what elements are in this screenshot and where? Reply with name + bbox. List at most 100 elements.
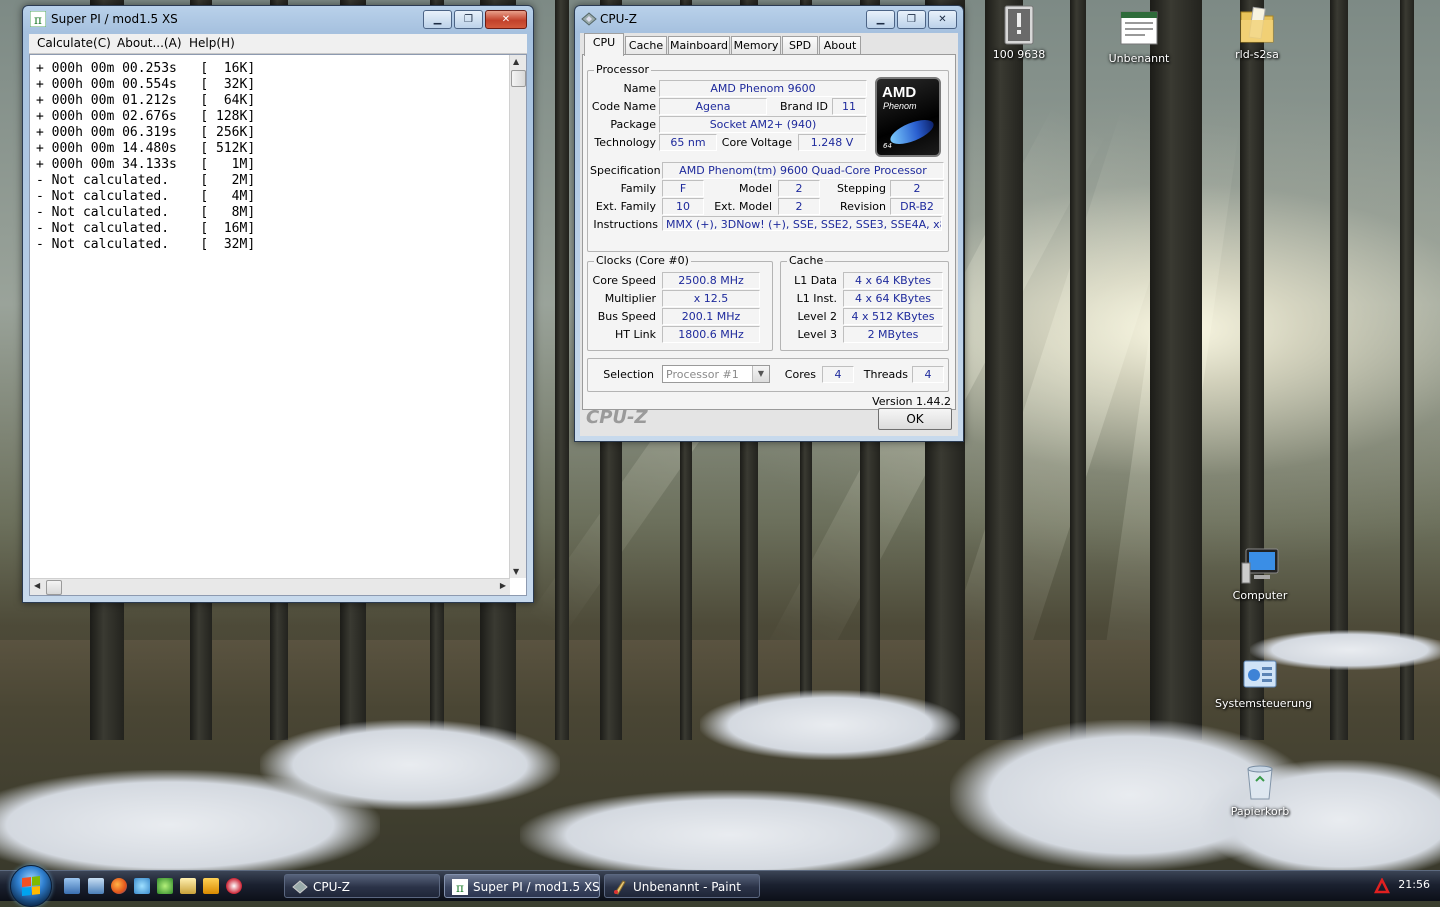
menu-about[interactable]: About...(A) [117, 36, 182, 50]
horizontal-scroll-thumb[interactable] [46, 580, 62, 595]
cpuz-minimize-button[interactable]: ▁ [866, 10, 895, 29]
clock[interactable]: 21:56 [1398, 878, 1430, 891]
scroll-right-arrow-icon[interactable]: ▶ [500, 581, 506, 590]
ok-button[interactable]: OK [878, 408, 952, 430]
network-tool-icon[interactable] [134, 878, 150, 894]
superpi-minimize-button[interactable]: ▁ [423, 10, 452, 29]
codename-label: Code Name [591, 100, 656, 113]
scroll-up-arrow-icon[interactable]: ▲ [513, 57, 519, 66]
task-superpi[interactable]: π Super PI / mod1.5 XS [444, 874, 600, 898]
level2-value: 4 x 512 KBytes [843, 308, 943, 325]
task-cpuz[interactable]: CPU-Z [284, 874, 440, 898]
vertical-scrollbar[interactable]: ▲ ▼ [509, 55, 526, 578]
multiplier-value: x 12.5 [662, 290, 760, 307]
cache-group-title: Cache [787, 254, 826, 267]
maximize-icon: ❐ [907, 14, 916, 25]
cpuz-brand-logo: CPU-Z [586, 407, 648, 428]
processor-group-title: Processor [594, 63, 651, 76]
clocks-group: Clocks (Core #0) Core Speed 2500.8 MHz M… [587, 254, 773, 351]
codename-value: Agena [659, 98, 767, 115]
tray-app-icon[interactable] [1373, 877, 1391, 894]
media-player-icon[interactable] [203, 878, 219, 894]
result-line: - Not calculated. [ 2M] [36, 173, 256, 188]
result-line: + 000h 00m 02.676s [ 128K] [36, 109, 256, 124]
desktop-icon-papierkorb[interactable]: Papierkorb [1215, 761, 1305, 818]
cpu-tab-panel: Processor Name AMD Phenom 9600 Code Name… [582, 54, 956, 410]
superpi-title: Super PI / mod1.5 XS [51, 12, 178, 26]
cores-value: 4 [822, 366, 854, 383]
maximize-icon: ❐ [464, 14, 473, 25]
tool-icon[interactable] [180, 878, 196, 894]
scroll-left-arrow-icon[interactable]: ◀ [34, 581, 40, 590]
desktop-icon-100-9638[interactable]: 100 9638 [974, 4, 1064, 61]
app-launcher-icon[interactable] [226, 878, 242, 894]
stepping-label: Stepping [836, 182, 886, 195]
spec-value: AMD Phenom(tm) 9600 Quad-Core Processor [662, 162, 944, 179]
package-value: Socket AM2+ (940) [659, 116, 867, 133]
tab-cache[interactable]: Cache [625, 36, 667, 55]
spec-label: Specification [590, 164, 661, 177]
extfamily-label: Ext. Family [595, 200, 656, 213]
show-desktop-icon[interactable] [64, 878, 80, 894]
htlink-value: 1800.6 MHz [662, 326, 760, 343]
level2-label: Level 2 [797, 310, 837, 323]
threads-value: 4 [912, 366, 944, 383]
chevron-down-icon: ▼ [752, 366, 769, 382]
superpi-titlebar[interactable]: π Super PI / mod1.5 XS ▁ ❐ ✕ [23, 6, 533, 34]
desktop-icon-computer[interactable]: Computer [1215, 545, 1305, 602]
superpi-icon: π [29, 10, 47, 28]
corespeed-label: Core Speed [592, 274, 656, 287]
family-value: F [662, 180, 704, 197]
desktop-icon-systemsteuerung[interactable]: Systemsteuerung [1215, 653, 1312, 710]
result-line: + 000h 00m 34.133s [ 1M] [36, 157, 256, 172]
desktop-icon-unbenannt[interactable]: Unbenannt [1094, 8, 1184, 65]
menu-help[interactable]: Help(H) [189, 36, 235, 50]
settings-gear-icon[interactable] [157, 878, 173, 894]
tab-cpu[interactable]: CPU [584, 33, 624, 56]
cpuz-title: CPU-Z [600, 12, 637, 26]
result-line: - Not calculated. [ 16M] [36, 221, 256, 236]
multiplier-label: Multiplier [604, 292, 656, 305]
voltage-label: Core Voltage [721, 136, 792, 149]
instructions-label: Instructions [593, 218, 658, 231]
start-button[interactable] [10, 865, 52, 907]
tab-memory[interactable]: Memory [731, 36, 781, 55]
close-icon: ✕ [501, 14, 511, 25]
extmodel-label: Ext. Model [714, 200, 772, 213]
control-panel-icon [1240, 653, 1280, 695]
tab-spd[interactable]: SPD [782, 36, 818, 55]
scroll-down-arrow-icon[interactable]: ▼ [513, 567, 519, 576]
cpuz-window[interactable]: CPU-Z ▁ ❐ ✕ CPU Cache Mainboard Memory S… [574, 5, 964, 442]
extmodel-value: 2 [778, 198, 820, 215]
task-paint[interactable]: Unbenannt - Paint [604, 874, 760, 898]
firefox-icon[interactable] [111, 878, 127, 894]
vertical-scroll-thumb[interactable] [511, 70, 526, 87]
cpuz-body: CPU Cache Mainboard Memory SPD About Pro… [580, 33, 958, 436]
brandid-value: 11 [832, 98, 866, 115]
package-label: Package [610, 118, 656, 131]
threads-label: Threads [863, 368, 908, 381]
superpi-results-area[interactable]: + 000h 00m 00.253s [ 16K] + 000h 00m 00.… [29, 54, 527, 596]
processor-select[interactable]: Processor #1 ▼ [662, 365, 770, 383]
menu-calculate[interactable]: Calculate(C) [37, 36, 111, 50]
cpuz-titlebar[interactable]: CPU-Z ▁ ❐ ✕ [575, 6, 963, 34]
cpuz-close-button[interactable]: ✕ [928, 10, 957, 29]
name-value: AMD Phenom 9600 [659, 80, 867, 97]
revision-value: DR-B2 [890, 198, 944, 215]
windows-logo-icon [22, 876, 40, 896]
superpi-maximize-button[interactable]: ❐ [454, 10, 483, 29]
minimize-icon: ▁ [433, 14, 442, 25]
model-value: 2 [778, 180, 820, 197]
superpi-window[interactable]: π Super PI / mod1.5 XS ▁ ❐ ✕ Calculate(C… [22, 5, 534, 603]
desktop-icon-rld-s2sa[interactable]: rld-s2sa [1212, 4, 1302, 61]
tab-about[interactable]: About [819, 36, 861, 55]
close-icon: ✕ [938, 14, 947, 25]
tab-mainboard[interactable]: Mainboard [668, 36, 730, 55]
instructions-value: MMX (+), 3DNow! (+), SSE, SSE2, SSE3, SS… [662, 216, 942, 231]
l1data-label: L1 Data [794, 274, 837, 287]
busspeed-value: 200.1 MHz [662, 308, 760, 325]
cpuz-maximize-button[interactable]: ❐ [897, 10, 926, 29]
switch-windows-icon[interactable] [88, 878, 104, 894]
superpi-close-button[interactable]: ✕ [485, 10, 527, 29]
horizontal-scrollbar[interactable]: ◀ ▶ [30, 578, 510, 595]
